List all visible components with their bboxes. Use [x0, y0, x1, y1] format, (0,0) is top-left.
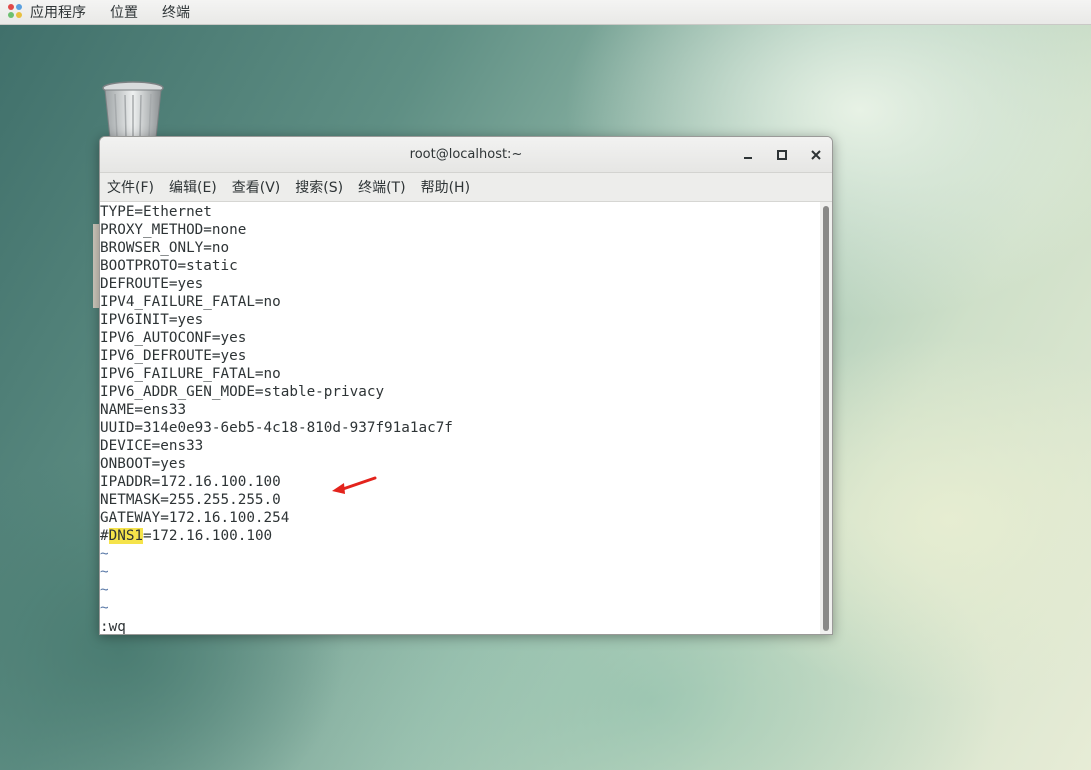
- config-line: IPV6INIT=yes: [100, 312, 204, 328]
- config-line: ONBOOT=yes: [100, 456, 187, 472]
- config-line: BOOTPROTO=static: [100, 258, 238, 274]
- menu-search[interactable]: 搜索(S): [295, 177, 343, 197]
- dns-comment-prefix: #: [100, 528, 109, 544]
- applications-label: 应用程序: [30, 5, 86, 21]
- trash-icon[interactable]: [101, 80, 165, 138]
- config-line: IPV6_DEFROUTE=yes: [100, 348, 247, 364]
- applications-icon: [8, 4, 24, 20]
- dns-search-highlight: DNS1: [108, 528, 144, 544]
- config-line-netmask: NETMASK=255.255.255.0: [100, 492, 281, 508]
- config-line: TYPE=Ethernet: [100, 204, 212, 220]
- places-menu[interactable]: 位置: [110, 2, 138, 22]
- config-line: DEVICE=ens33: [100, 438, 204, 454]
- top-panel: 应用程序 位置 终端: [0, 0, 1091, 25]
- empty-line-tilde: ~: [100, 582, 109, 598]
- empty-line-tilde: ~: [100, 564, 109, 580]
- config-line: IPV6_FAILURE_FATAL=no: [100, 366, 281, 382]
- config-line: IPV6_ADDR_GEN_MODE=stable-privacy: [100, 384, 385, 400]
- menu-terminal[interactable]: 终端(T): [358, 177, 405, 197]
- config-line: IPV6_AUTOCONF=yes: [100, 330, 247, 346]
- config-line: UUID=314e0e93-6eb5-4c18-810d-937f91a1ac7…: [100, 420, 453, 436]
- config-line: DEFROUTE=yes: [100, 276, 204, 292]
- empty-line-tilde: ~: [100, 600, 109, 616]
- window-title: root@localhost:~: [409, 147, 523, 162]
- config-line: BROWSER_ONLY=no: [100, 240, 230, 256]
- config-line: PROXY_METHOD=none: [100, 222, 247, 238]
- config-line: NAME=ens33: [100, 402, 187, 418]
- minimize-icon: [744, 156, 752, 159]
- menu-view[interactable]: 查看(V): [232, 177, 281, 197]
- config-line-gateway: GATEWAY=172.16.100.254: [100, 510, 290, 526]
- scrollbar-thumb[interactable]: [823, 206, 829, 631]
- applications-menu[interactable]: 应用程序: [8, 2, 86, 22]
- terminal-app-menu[interactable]: 终端: [162, 2, 190, 22]
- close-icon: [811, 149, 821, 160]
- terminal-content[interactable]: TYPE=Ethernet PROXY_METHOD=none BROWSER_…: [100, 202, 822, 635]
- menubar: 文件(F) 编辑(E) 查看(V) 搜索(S) 终端(T) 帮助(H): [100, 173, 832, 202]
- maximize-button[interactable]: [774, 147, 790, 163]
- red-arrow-icon: [332, 476, 377, 494]
- terminal-scrollbar[interactable]: [820, 202, 832, 634]
- terminal-window: root@localhost:~ 文件(F) 编辑(E) 查看(V) 搜索(S)…: [99, 136, 833, 635]
- window-titlebar[interactable]: root@localhost:~: [100, 137, 832, 173]
- menu-file[interactable]: 文件(F): [107, 177, 154, 197]
- empty-line-tilde: ~: [100, 546, 109, 562]
- close-button[interactable]: [808, 147, 824, 163]
- dns-value: =172.16.100.100: [143, 528, 273, 544]
- maximize-icon: [777, 149, 787, 160]
- vim-command-line: :wq: [100, 619, 126, 635]
- menu-edit[interactable]: 编辑(E): [169, 177, 217, 197]
- minimize-button[interactable]: [740, 147, 756, 163]
- menu-help[interactable]: 帮助(H): [421, 177, 470, 197]
- config-line-ipaddr: IPADDR=172.16.100.100: [100, 474, 281, 490]
- config-line-dns: #DNS1=172.16.100.100: [100, 527, 822, 545]
- config-line: IPV4_FAILURE_FATAL=no: [100, 294, 281, 310]
